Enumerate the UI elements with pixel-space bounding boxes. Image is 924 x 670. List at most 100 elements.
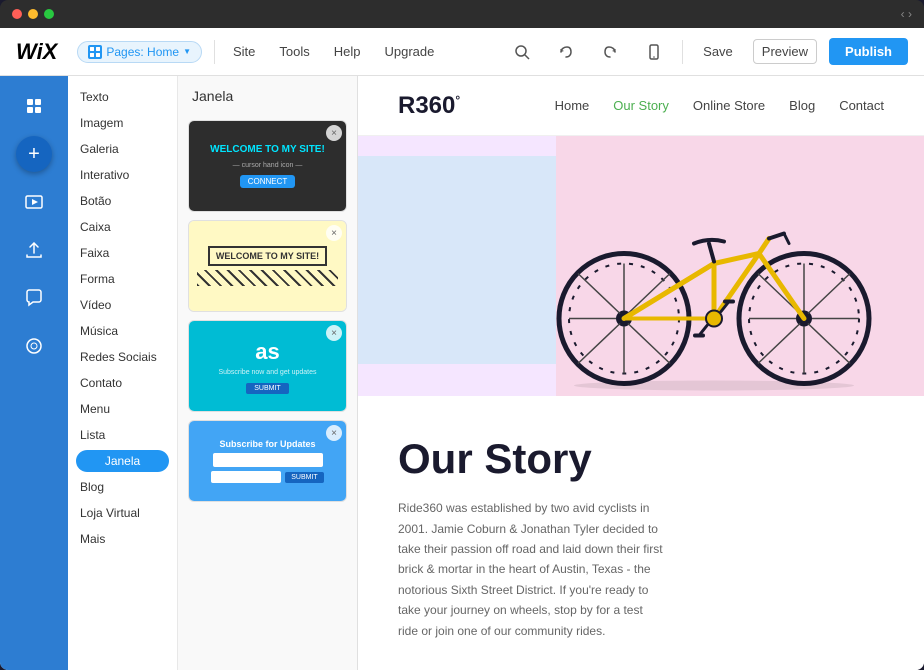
topbar-nav-site[interactable]: Site xyxy=(227,40,261,63)
widget-card-2-close[interactable]: × xyxy=(326,225,342,241)
pages-dropdown[interactable]: Pages: Home ▼ xyxy=(77,41,202,63)
site-nav-links: Home Our Story Online Store Blog Contact xyxy=(555,98,884,113)
widget-cyan-btn[interactable]: SUBMIT xyxy=(246,383,288,394)
upload-icon xyxy=(23,239,45,261)
site-story: Our Story Ride360 was established by two… xyxy=(358,396,924,670)
bike-container xyxy=(514,141,894,396)
sidebar-item-comments[interactable] xyxy=(8,324,60,368)
widget-yellow-content: WELCOME TO MY SITE! xyxy=(189,221,346,311)
site-nav-our-story[interactable]: Our Story xyxy=(613,98,669,113)
element-redes-sociais[interactable]: Redes Sociais xyxy=(68,344,177,370)
widget-card-dark[interactable]: WELCOME TO MY SITE! — cursor hand icon —… xyxy=(188,120,347,212)
site-nav: R360° Home Our Story Online Store Blog C… xyxy=(358,76,924,136)
site-nav-contact[interactable]: Contact xyxy=(839,98,884,113)
widget-card-subscribe[interactable]: Subscribe for Updates SUBMIT × xyxy=(188,420,347,502)
element-loja-virtual[interactable]: Loja Virtual xyxy=(68,500,177,526)
widget-card-3-close[interactable]: × xyxy=(326,325,342,341)
mac-close-dot[interactable] xyxy=(12,9,22,19)
redo-button[interactable] xyxy=(594,36,626,68)
element-lista[interactable]: Lista xyxy=(68,422,177,448)
undo-button[interactable] xyxy=(550,36,582,68)
pages-label: Pages: Home xyxy=(106,45,179,59)
widget-subscribe-input xyxy=(213,453,323,467)
topbar-nav-help[interactable]: Help xyxy=(328,40,367,63)
widget-subscribe-content: Subscribe for Updates SUBMIT xyxy=(189,421,346,501)
widget-subscribe-row: SUBMIT xyxy=(211,471,323,483)
sidebar-item-pages[interactable] xyxy=(8,84,60,128)
element-mais[interactable]: Mais xyxy=(68,526,177,552)
mac-nav-arrows[interactable]: ‹ › xyxy=(901,7,912,21)
element-janela[interactable]: Janela xyxy=(76,450,169,472)
publish-button[interactable]: Publish xyxy=(829,38,908,65)
sidebar-item-chat[interactable] xyxy=(8,276,60,320)
element-galeria[interactable]: Galeria xyxy=(68,136,177,162)
wix-logo: WiX xyxy=(16,39,57,65)
app-wrapper: WiX Pages: Home ▼ Site Tools Help Upgrad… xyxy=(0,28,924,670)
topbar-divider-2 xyxy=(682,40,683,64)
sidebar-item-media[interactable] xyxy=(8,180,60,224)
topbar-nav-tools[interactable]: Tools xyxy=(273,40,315,63)
element-musica[interactable]: Música xyxy=(68,318,177,344)
widget-card-4-close[interactable]: × xyxy=(326,425,342,441)
site-nav-blog[interactable]: Blog xyxy=(789,98,815,113)
pages-nav-icon xyxy=(23,95,45,117)
site-hero xyxy=(358,136,924,396)
widget-dark-title: WELCOME TO MY SITE! xyxy=(210,144,325,156)
mac-titlebar: ‹ › xyxy=(0,0,924,28)
widget-card-yellow[interactable]: WELCOME TO MY SITE! × xyxy=(188,220,347,312)
sidebar-item-upload[interactable] xyxy=(8,228,60,272)
search-button[interactable] xyxy=(506,36,538,68)
widget-panel-title: Janela xyxy=(178,76,357,112)
element-video[interactable]: Vídeo xyxy=(68,292,177,318)
mac-maximize-dot[interactable] xyxy=(44,9,54,19)
element-imagem[interactable]: Imagem xyxy=(68,110,177,136)
save-button[interactable]: Save xyxy=(695,40,741,63)
widget-card-cyan[interactable]: as Subscribe now and get updates SUBMIT … xyxy=(188,320,347,412)
pages-icon xyxy=(88,45,102,59)
widget-card-1-close[interactable]: × xyxy=(326,125,342,141)
left-sidebar: + xyxy=(0,76,68,670)
widget-subscribe-title: Subscribe for Updates xyxy=(219,439,315,449)
site-logo: R360° xyxy=(398,92,460,120)
element-caixa[interactable]: Caixa xyxy=(68,214,177,240)
widget-cyan-text: as xyxy=(255,339,279,365)
element-menu[interactable]: Menu xyxy=(68,396,177,422)
widget-yellow-stripes xyxy=(197,270,338,286)
widget-yellow-title: WELCOME TO MY SITE! xyxy=(208,246,327,267)
topbar-divider-1 xyxy=(214,40,215,64)
element-forma[interactable]: Forma xyxy=(68,266,177,292)
element-blog[interactable]: Blog xyxy=(68,474,177,500)
widget-panel: Janela WELCOME TO MY SITE! — cursor hand… xyxy=(178,76,358,670)
media-icon xyxy=(23,191,45,213)
story-title: Our Story xyxy=(398,436,665,482)
main-content: + xyxy=(0,76,924,670)
site-nav-home[interactable]: Home xyxy=(555,98,590,113)
element-contato[interactable]: Contato xyxy=(68,370,177,396)
chat-icon xyxy=(23,287,45,309)
mobile-view-button[interactable] xyxy=(638,36,670,68)
story-left: Our Story Ride360 was established by two… xyxy=(398,436,665,641)
site-canvas[interactable]: R360° Home Our Story Online Store Blog C… xyxy=(358,76,924,670)
wix-topbar: WiX Pages: Home ▼ Site Tools Help Upgrad… xyxy=(0,28,924,76)
element-botao[interactable]: Botão xyxy=(68,188,177,214)
topbar-nav-upgrade[interactable]: Upgrade xyxy=(379,40,441,63)
widget-dark-btn[interactable]: CONNECT xyxy=(240,175,296,188)
comments-icon xyxy=(23,335,45,357)
widget-subscribe-btn[interactable]: SUBMIT xyxy=(285,472,323,483)
preview-button[interactable]: Preview xyxy=(753,39,817,64)
widget-cyan-sub: Subscribe now and get updates xyxy=(218,369,316,376)
pages-chevron-icon: ▼ xyxy=(183,47,191,56)
widget-dark-content: WELCOME TO MY SITE! — cursor hand icon —… xyxy=(189,121,346,211)
add-element-button[interactable]: + xyxy=(16,136,52,172)
element-interativo[interactable]: Interativo xyxy=(68,162,177,188)
bike-illustration xyxy=(514,141,894,396)
mac-minimize-dot[interactable] xyxy=(28,9,38,19)
elements-panel: Texto Imagem Galeria Interativo Botão Ca… xyxy=(68,76,178,670)
element-texto[interactable]: Texto xyxy=(68,84,177,110)
widget-subscribe-field xyxy=(211,471,281,483)
widget-cyan-content: as Subscribe now and get updates SUBMIT xyxy=(189,321,346,411)
element-faixa[interactable]: Faixa xyxy=(68,240,177,266)
story-text: Ride360 was established by two avid cycl… xyxy=(398,498,665,641)
site-nav-online-store[interactable]: Online Store xyxy=(693,98,765,113)
site-inner: R360° Home Our Story Online Store Blog C… xyxy=(358,76,924,670)
